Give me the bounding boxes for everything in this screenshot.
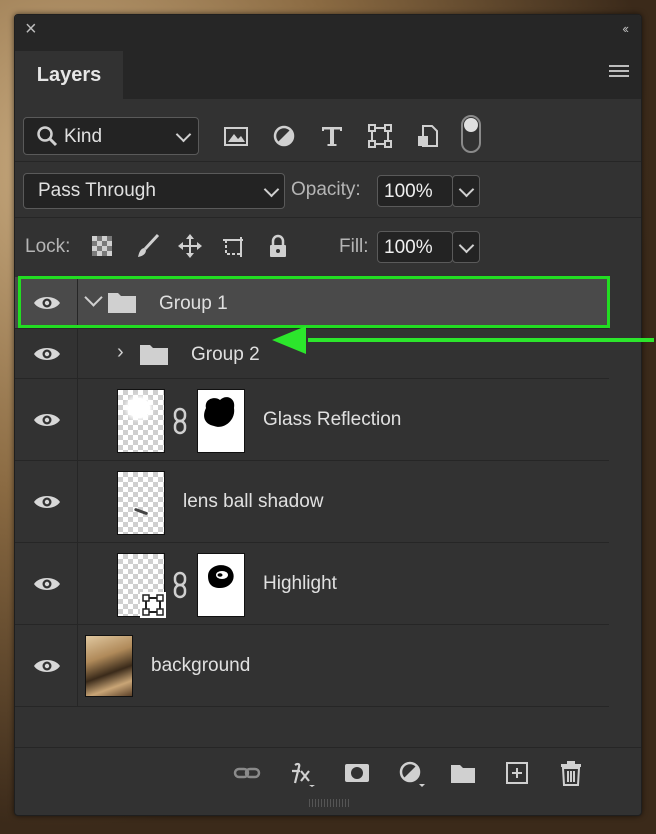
- visibility-eye-icon[interactable]: [33, 575, 61, 593]
- bottom-action-bar: [15, 747, 641, 796]
- row-divider: [77, 379, 78, 460]
- fx-icon[interactable]: [287, 759, 315, 787]
- lock-transparent-pixels-icon[interactable]: [89, 233, 115, 259]
- filter-toggle[interactable]: [461, 115, 481, 153]
- artboard-lock-icon[interactable]: [221, 233, 247, 259]
- opacity-label: Opacity:: [291, 179, 361, 200]
- layer-thumbnail[interactable]: [117, 553, 166, 618]
- new-group-folder-icon[interactable]: [449, 759, 477, 787]
- visibility-eye-icon[interactable]: [33, 493, 61, 511]
- link-icon[interactable]: [172, 407, 188, 435]
- layer-row-group-2[interactable]: › Group 2: [15, 329, 609, 379]
- collapse-icon[interactable]: ‹‹: [622, 21, 629, 36]
- fill-value: 100%: [384, 237, 433, 258]
- fill-input[interactable]: 100%: [377, 231, 453, 263]
- layer-thumbnail[interactable]: [117, 471, 165, 535]
- resize-grip[interactable]: [309, 799, 349, 807]
- layer-name[interactable]: background: [151, 655, 250, 677]
- brush-icon[interactable]: [135, 233, 161, 259]
- link-layers-icon[interactable]: [233, 759, 261, 787]
- chevron-down-icon: [263, 181, 280, 198]
- lock-label: Lock:: [25, 236, 71, 257]
- filter-kind-label: Kind: [64, 126, 103, 147]
- annotation-highlight-box: [18, 276, 610, 328]
- layer-row-highlight[interactable]: Highlight: [15, 543, 609, 625]
- search-icon: [37, 126, 58, 147]
- link-icon[interactable]: [172, 571, 188, 599]
- layer-name[interactable]: Glass Reflection: [263, 409, 401, 431]
- layer-row-lens-ball-shadow[interactable]: lens ball shadow: [15, 461, 609, 543]
- lock-all-icon[interactable]: [265, 233, 291, 259]
- visibility-eye-icon[interactable]: [33, 411, 61, 429]
- background-thumbnail[interactable]: [85, 635, 133, 697]
- mask-shape: [204, 397, 235, 427]
- layer-name[interactable]: Highlight: [263, 573, 337, 595]
- layer-row-background[interactable]: background: [15, 625, 609, 707]
- opacity-value: 100%: [384, 181, 433, 202]
- trash-icon[interactable]: [557, 759, 585, 787]
- shape-filter-icon[interactable]: [365, 121, 395, 151]
- fill-label: Fill:: [339, 236, 369, 257]
- move-icon[interactable]: [177, 233, 203, 259]
- adjustment-filter-icon[interactable]: [269, 121, 299, 151]
- chevron-down-icon: [175, 126, 192, 143]
- image-filter-icon[interactable]: [221, 121, 251, 151]
- opacity-input[interactable]: 100%: [377, 175, 453, 207]
- chevron-right-icon[interactable]: ›: [117, 341, 124, 364]
- divider: [15, 161, 641, 162]
- new-adjustment-layer-icon[interactable]: [397, 759, 425, 787]
- opacity-dropdown-button[interactable]: [452, 175, 480, 207]
- mask-shape: [208, 565, 234, 588]
- smart-object-filter-icon[interactable]: [413, 121, 443, 151]
- fill-dropdown-button[interactable]: [452, 231, 480, 263]
- close-icon[interactable]: ×: [25, 19, 37, 39]
- divider: [15, 217, 641, 218]
- annotation-arrow-head: [272, 326, 306, 354]
- filter-kind-select[interactable]: Kind: [23, 117, 199, 155]
- layer-mask-thumbnail[interactable]: [197, 553, 245, 617]
- chevron-down-icon: [458, 181, 475, 198]
- new-layer-icon[interactable]: [503, 759, 531, 787]
- blend-mode-value: Pass Through: [38, 180, 156, 201]
- add-mask-icon[interactable]: [343, 759, 371, 787]
- row-divider: [77, 461, 78, 542]
- tab-layers[interactable]: Layers: [15, 51, 123, 99]
- visibility-eye-icon[interactable]: [33, 345, 61, 363]
- row-divider: [77, 329, 78, 378]
- blend-mode-select[interactable]: Pass Through: [23, 173, 285, 209]
- panel-menu-icon[interactable]: [609, 65, 629, 79]
- layer-name[interactable]: lens ball shadow: [183, 491, 323, 513]
- row-divider: [77, 625, 78, 706]
- folder-icon: [140, 345, 168, 365]
- layer-thumbnail[interactable]: [117, 389, 165, 453]
- smart-object-badge-icon: [140, 592, 166, 618]
- visibility-eye-icon[interactable]: [33, 657, 61, 675]
- layers-panel: × ‹‹ Layers Kind Pass Through Opacity: 1…: [14, 14, 642, 816]
- row-divider: [77, 543, 78, 624]
- type-filter-icon[interactable]: [317, 121, 347, 151]
- layer-name[interactable]: Group 2: [191, 344, 260, 366]
- tab-row: Layers: [15, 45, 641, 99]
- layer-row-glass-reflection[interactable]: Glass Reflection: [15, 379, 609, 461]
- chevron-down-icon: [458, 237, 475, 254]
- panel-titlebar: × ‹‹: [15, 15, 641, 45]
- layer-mask-thumbnail[interactable]: [197, 389, 245, 453]
- annotation-arrow-line: [308, 338, 654, 342]
